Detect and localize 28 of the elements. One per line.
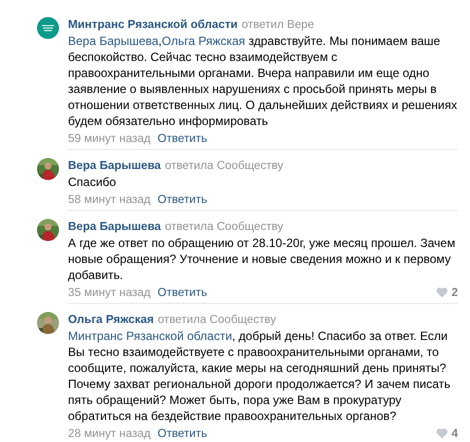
- mention-link[interactable]: Вера Барышева: [68, 34, 158, 48]
- timestamp: 59 минут назад: [68, 131, 151, 147]
- reply-link[interactable]: Ответить: [158, 190, 208, 209]
- reply-target-text: ответила Сообществу: [164, 219, 284, 235]
- author-link[interactable]: Вера Барышева: [68, 219, 161, 235]
- comment-text: Спасибо: [68, 174, 118, 190]
- reply-target-text: ответила Сообществу: [158, 312, 276, 328]
- comment-text: Вера Барышева,Ольга Ряжская здравствуйте. Мы понимаем ваше беспокойство. Сейчас тесно взаимодействуем с правоохранительными органами. Вчера направили им еще одно заявление о выявленных нарушениях с просьбой принять меры в отношении ответственных лиц. О дальнейших действиях и решениях будем обязательно информировать: [68, 33, 458, 129]
- like-button[interactable]: 4: [436, 424, 458, 442]
- comment-text: А где же ответ по обращению от 28.10-20г, уже месяц прошел. Зачем новые обращения? Уточнение и новые сведения можно и к первому добавить.: [68, 235, 456, 283]
- heart-icon: [436, 287, 448, 298]
- community-logo-icon: [37, 17, 59, 39]
- timestamp: 28 минут назад: [68, 426, 151, 442]
- reply-target-text: ответил Вере: [242, 17, 314, 33]
- mention-link[interactable]: Минтранс Рязанской области: [68, 329, 232, 343]
- timestamp: 35 минут назад: [68, 285, 151, 301]
- reply-link[interactable]: Ответить: [158, 283, 208, 302]
- author-link[interactable]: Ольга Ряжская: [68, 312, 154, 328]
- reply-target-text: ответила Сообществу: [164, 158, 284, 174]
- comment-text: Минтранс Рязанской области, добрый день! Спасибо за ответ. Если Вы тесно взаимодействуете с правоохранительными органами, то сообщите, пожалуйста, какие меры на сегодняшний день приняты? Почему захват региональной дороги продолжается? И зачем писать пять обращений? Может быть, пора уже Вам в прокуратуру обратиться на бездействие правоохранительных органов?: [68, 328, 452, 424]
- mention-link[interactable]: Ольга Ряжская: [162, 34, 246, 48]
- author-link[interactable]: Минтранс Рязанской области: [68, 17, 238, 33]
- reply-link[interactable]: Ответить: [158, 129, 208, 148]
- heart-icon: [436, 428, 448, 439]
- timestamp: 58 минут назад: [68, 192, 151, 208]
- like-button[interactable]: 2: [436, 283, 458, 302]
- reply-link[interactable]: Ответить: [158, 424, 208, 442]
- author-link[interactable]: Вера Барышева: [68, 158, 161, 174]
